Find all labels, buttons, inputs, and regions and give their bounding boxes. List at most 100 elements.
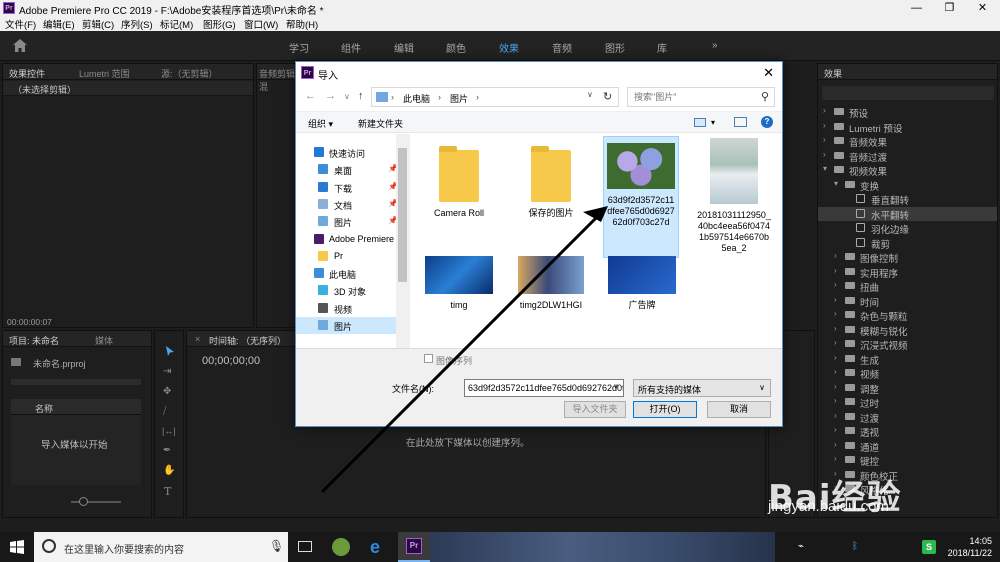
workspace-tab-assembly[interactable]: 组件	[341, 40, 361, 55]
recent-dropdown-icon[interactable]: ∨	[344, 92, 350, 101]
import-folder-button[interactable]: 导入文件夹	[564, 401, 626, 418]
filename-dropdown-icon[interactable]: ∨	[613, 382, 619, 391]
folder-item[interactable]: Camera Roll	[420, 142, 498, 219]
nav-item[interactable]: 图片	[296, 317, 396, 334]
network-icon[interactable]: ⌁	[798, 541, 804, 552]
chevron-down-icon[interactable]: ▾	[823, 164, 827, 173]
effects-item[interactable]: › 沉浸式视频	[818, 337, 997, 352]
address-dropdown-icon[interactable]: ∨	[587, 90, 593, 99]
tab-media[interactable]: 媒体	[95, 334, 113, 347]
tab-effect-controls[interactable]: 效果控件	[9, 67, 45, 80]
effects-item[interactable]: 羽化边缘	[818, 221, 997, 236]
chevron-right-icon[interactable]: ›	[834, 309, 837, 318]
workspace-more-button[interactable]: »	[712, 40, 718, 51]
chevron-right-icon[interactable]: ›	[834, 353, 837, 362]
breadcrumb-this-pc[interactable]: 此电脑	[403, 92, 430, 105]
preview-pane-icon[interactable]	[734, 117, 747, 127]
effects-item[interactable]: 裁剪	[818, 236, 997, 251]
effects-item[interactable]: › 视频	[818, 366, 997, 381]
column-name[interactable]: 名称	[35, 402, 53, 415]
tab-lumetri-scopes[interactable]: Lumetri 范围	[79, 67, 130, 80]
project-media-area[interactable]: 导入媒体以开始	[11, 415, 141, 485]
chevron-right-icon[interactable]: ›	[834, 440, 837, 449]
chevron-right-icon[interactable]: ›	[834, 367, 837, 376]
dialog-close-icon[interactable]: ✕	[763, 65, 774, 81]
effects-item[interactable]: 垂直翻转	[818, 192, 997, 207]
nav-item[interactable]: Adobe Premiere	[296, 231, 396, 248]
nav-item[interactable]: 3D 对象	[296, 282, 396, 299]
menu-sequence[interactable]: 序列(S)	[121, 17, 153, 31]
folder-item[interactable]: 保存的图片	[512, 142, 590, 219]
timeline-close-icon[interactable]: ×	[195, 334, 200, 344]
effects-item[interactable]: › 音频过渡	[818, 149, 997, 164]
nav-item[interactable]: 文档 📌	[296, 196, 398, 213]
menu-graphics[interactable]: 图形(G)	[203, 17, 236, 31]
track-select-tool-icon[interactable]: ⇥	[163, 366, 171, 377]
chevron-right-icon[interactable]: ›	[823, 106, 826, 115]
up-arrow-icon[interactable]: ↑	[358, 90, 364, 102]
cancel-button[interactable]: 取消	[707, 401, 771, 418]
menu-window[interactable]: 窗口(W)	[244, 17, 278, 31]
workspace-tab-learn[interactable]: 学习	[289, 40, 309, 55]
back-arrow-icon[interactable]: ←	[305, 90, 316, 102]
image-sequence-checkbox[interactable]	[424, 354, 433, 363]
edge-browser-icon[interactable]: e	[370, 537, 380, 558]
chevron-right-icon[interactable]: ›	[834, 382, 837, 391]
pen-tool-icon[interactable]: ✒	[163, 445, 171, 456]
minimize-button[interactable]: —	[900, 0, 933, 16]
workspace-tab-editing[interactable]: 编辑	[394, 40, 414, 55]
effects-item[interactable]: 水平翻转	[818, 206, 997, 222]
nav-item[interactable]: 下载 📌	[296, 179, 398, 196]
chevron-right-icon[interactable]: ›	[834, 338, 837, 347]
nav-item[interactable]: 此电脑	[296, 265, 396, 282]
effects-item[interactable]: › 过时	[818, 395, 997, 410]
refresh-icon[interactable]: ↻	[603, 90, 612, 103]
effects-search-input[interactable]	[822, 86, 994, 100]
chevron-right-icon[interactable]: ›	[834, 396, 837, 405]
new-folder-button[interactable]: 新建文件夹	[358, 117, 403, 130]
navigation-scrollbar[interactable]	[396, 134, 409, 348]
tab-timeline[interactable]: 时间轴: （无序列）	[209, 334, 286, 347]
breadcrumb-pictures[interactable]: 图片	[450, 92, 468, 105]
effects-item[interactable]: › 透视	[818, 424, 997, 439]
workspace-tab-effects[interactable]: 效果	[497, 40, 521, 65]
effects-item[interactable]: › 预设	[818, 105, 997, 120]
windows-start-icon[interactable]	[10, 540, 24, 554]
selection-tool-icon[interactable]	[164, 345, 176, 357]
open-button[interactable]: 打开(O)	[633, 401, 697, 418]
type-tool-icon[interactable]: T	[164, 485, 171, 498]
image-file-item[interactable]: 20181031112950_40bc4eea56f04741b597514e6…	[695, 136, 773, 254]
effects-item[interactable]: ▾ 视频效果	[818, 163, 997, 178]
effects-panel-title[interactable]: 效果	[824, 67, 842, 80]
zoom-slider-handle[interactable]	[79, 497, 88, 506]
chevron-right-icon[interactable]: ›	[823, 150, 826, 159]
workspace-tab-graphics[interactable]: 图形	[605, 40, 625, 55]
chevron-right-icon[interactable]: ›	[823, 135, 826, 144]
help-icon[interactable]: ?	[761, 116, 773, 128]
menu-edit[interactable]: 编辑(E)	[43, 17, 75, 31]
chevron-right-icon[interactable]: ›	[834, 295, 837, 304]
nav-item[interactable]: 快速访问	[296, 144, 396, 161]
workspace-tab-libraries[interactable]: 库	[657, 40, 667, 55]
chevron-down-icon[interactable]: ▾	[834, 179, 838, 188]
effects-item[interactable]: › 过渡	[818, 410, 997, 425]
effects-item[interactable]: › 调整	[818, 381, 997, 396]
taskbar-premiere-item[interactable]: Pr	[398, 532, 430, 562]
menu-help[interactable]: 帮助(H)	[286, 17, 318, 31]
input-method-icon[interactable]: S	[922, 540, 936, 554]
hand-tool-icon[interactable]: ✋	[163, 465, 175, 476]
chevron-right-icon[interactable]: ›	[834, 251, 837, 260]
menu-clip[interactable]: 剪辑(C)	[82, 17, 114, 31]
timeline-timecode[interactable]: 00;00;00;00	[202, 355, 260, 367]
chevron-right-icon[interactable]: ›	[834, 425, 837, 434]
view-dropdown-icon[interactable]: ▾	[711, 118, 715, 127]
tab-project[interactable]: 项目: 未命名	[9, 334, 59, 347]
menu-file[interactable]: 文件(F)	[5, 17, 36, 31]
effects-item[interactable]: › 杂色与颗粒	[818, 308, 997, 323]
effects-item[interactable]: › 扭曲	[818, 279, 997, 294]
chevron-right-icon[interactable]: ›	[834, 280, 837, 289]
ripple-edit-tool-icon[interactable]: ✥	[163, 386, 171, 397]
razor-tool-icon[interactable]: ⧸	[163, 406, 166, 417]
image-file-item[interactable]: 广告牌	[603, 256, 681, 311]
slip-tool-icon[interactable]: |↔|	[162, 426, 176, 436]
